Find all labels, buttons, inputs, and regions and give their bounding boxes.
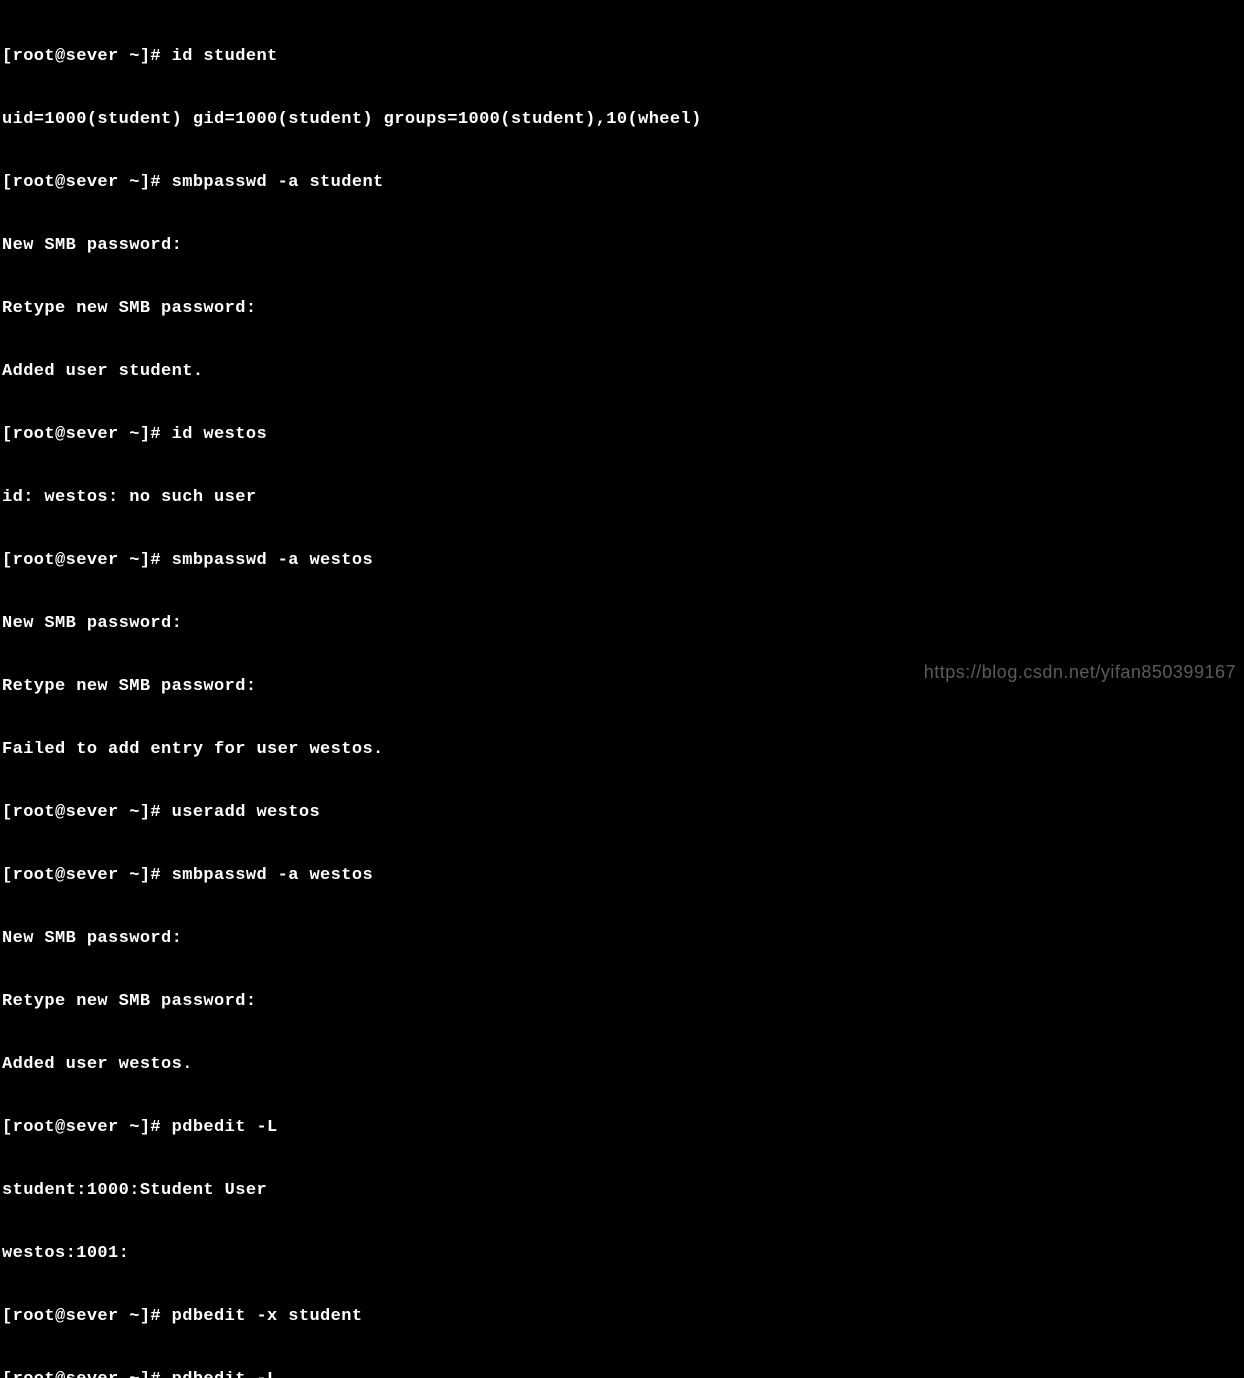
terminal-line: New SMB password: [2, 613, 1242, 634]
terminal-line: Retype new SMB password: [2, 991, 1242, 1012]
terminal-line: Added user westos. [2, 1054, 1242, 1075]
terminal-line: id: westos: no such user [2, 487, 1242, 508]
terminal-line: [root@sever ~]# useradd westos [2, 802, 1242, 823]
terminal-line: [root@sever ~]# smbpasswd -a westos [2, 550, 1242, 571]
watermark-text: https://blog.csdn.net/yifan850399167 [924, 662, 1236, 683]
terminal-line: [root@sever ~]# id student [2, 46, 1242, 67]
terminal-line: Added user student. [2, 361, 1242, 382]
terminal-line: Retype new SMB password: [2, 298, 1242, 319]
terminal-line: [root@sever ~]# pdbedit -L [2, 1117, 1242, 1138]
terminal-line: New SMB password: [2, 235, 1242, 256]
terminal-window[interactable]: [root@sever ~]# id student uid=1000(stud… [0, 0, 1244, 1378]
terminal-line: student:1000:Student User [2, 1180, 1242, 1201]
terminal-line: [root@sever ~]# smbpasswd -a student [2, 172, 1242, 193]
terminal-line: New SMB password: [2, 928, 1242, 949]
terminal-line: [root@sever ~]# smbpasswd -a westos [2, 865, 1242, 886]
terminal-line: Failed to add entry for user westos. [2, 739, 1242, 760]
terminal-line: [root@sever ~]# pdbedit -x student [2, 1306, 1242, 1327]
terminal-line: [root@sever ~]# pdbedit -L [2, 1369, 1242, 1378]
terminal-line: [root@sever ~]# id westos [2, 424, 1242, 445]
terminal-line: uid=1000(student) gid=1000(student) grou… [2, 109, 1242, 130]
terminal-line: westos:1001: [2, 1243, 1242, 1264]
